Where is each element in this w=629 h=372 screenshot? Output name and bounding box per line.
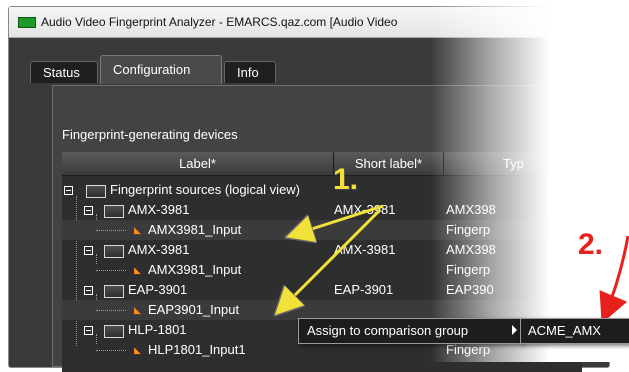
annotation-arrow-2 bbox=[599, 235, 629, 324]
menu-item-label: Assign to comparison group bbox=[307, 323, 469, 338]
step-2-annotation: 2. bbox=[578, 228, 604, 261]
submenu-arrow-icon bbox=[512, 325, 517, 335]
submenu: ACME_AMX bbox=[520, 318, 629, 344]
annotation-arrow-1b bbox=[278, 208, 382, 312]
menu-item-assign-to-comparison-group[interactable]: Assign to comparison group bbox=[299, 319, 521, 343]
submenu-item-acme-amx[interactable]: ACME_AMX bbox=[528, 323, 601, 338]
step-1-annotation: 1. bbox=[333, 163, 359, 196]
annotation-arrows bbox=[0, 204, 629, 324]
tab-configuration[interactable]: Configuration bbox=[100, 55, 222, 84]
context-menu: Assign to comparison group bbox=[298, 318, 522, 344]
